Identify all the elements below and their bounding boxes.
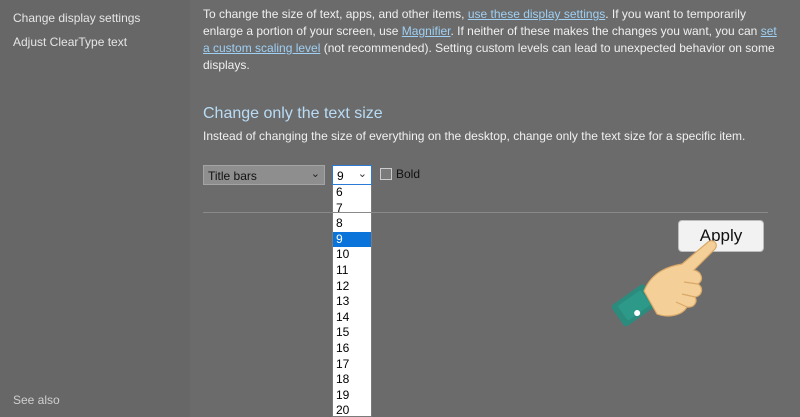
sidebar: Change display settings Adjust ClearType… <box>0 0 190 417</box>
text-size-option[interactable]: 16 <box>333 341 371 357</box>
text-size-option[interactable]: 20 <box>333 403 371 416</box>
text-size-option[interactable]: 12 <box>333 279 371 295</box>
text-size-dropdown-list[interactable]: 6 7 8 9 10 11 12 13 14 15 16 17 18 19 20 <box>332 185 372 417</box>
text-size-option[interactable]: 13 <box>333 294 371 310</box>
item-select[interactable]: Title bars ⌄ <box>203 165 325 185</box>
divider <box>203 212 768 213</box>
text-size-option[interactable]: 19 <box>333 388 371 404</box>
text-size-option[interactable]: 11 <box>333 263 371 279</box>
section-description: Instead of changing the size of everythi… <box>203 129 746 143</box>
text-size-option[interactable]: 6 <box>333 185 371 201</box>
intro-paragraph: To change the size of text, apps, and ot… <box>203 6 778 74</box>
text-size-value: 9 <box>337 169 344 183</box>
pointing-hand-icon <box>612 240 717 327</box>
chevron-down-icon: ⌄ <box>310 168 320 180</box>
item-select-value: Title bars <box>208 169 257 183</box>
text-size-option[interactable]: 15 <box>333 325 371 341</box>
text-size-option[interactable]: 10 <box>333 247 371 263</box>
display-settings-link[interactable]: use these display settings <box>468 7 605 21</box>
magnifier-link[interactable]: Magnifier <box>402 24 451 38</box>
intro-text: To change the size of text, apps, and ot… <box>203 7 468 21</box>
text-size-select[interactable]: 9 ⌄ <box>332 165 372 185</box>
intro-text: . If neither of these makes the changes … <box>450 24 761 38</box>
text-size-option[interactable]: 9 <box>333 231 371 248</box>
text-size-option[interactable]: 18 <box>333 372 371 388</box>
chevron-down-icon: ⌄ <box>357 168 367 180</box>
bold-checkbox[interactable] <box>380 168 392 180</box>
text-size-option[interactable]: 8 <box>333 216 371 232</box>
change-display-settings-link[interactable]: Change display settings <box>13 11 140 25</box>
text-size-option[interactable]: 17 <box>333 357 371 373</box>
adjust-cleartype-link[interactable]: Adjust ClearType text <box>13 35 127 49</box>
text-size-option[interactable]: 7 <box>333 201 371 217</box>
section-title: Change only the text size <box>203 105 383 122</box>
text-size-option[interactable]: 14 <box>333 310 371 326</box>
see-also-heading: See also <box>13 393 60 407</box>
bold-label: Bold <box>396 167 421 181</box>
